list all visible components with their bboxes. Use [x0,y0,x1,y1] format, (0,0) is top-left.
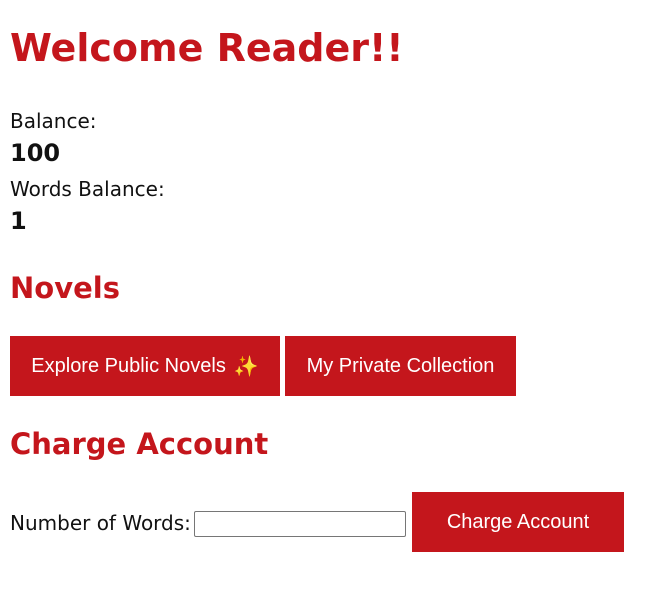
novels-section-title: Novels [10,271,120,305]
balance-label: Balance: [10,109,97,133]
number-of-words-input[interactable] [194,511,406,537]
balance-value: 100 [10,139,61,167]
number-of-words-label: Number of Words: [10,511,191,535]
explore-public-novels-button[interactable]: Explore Public Novels ✨ [10,336,280,396]
explore-public-novels-label: Explore Public Novels [31,354,226,377]
words-balance-value: 1 [10,207,27,235]
my-private-collection-button[interactable]: My Private Collection [285,336,516,396]
sparkles-icon: ✨ [233,355,259,378]
charge-account-button[interactable]: Charge Account [412,492,624,552]
page-title: Welcome Reader!! [10,26,404,70]
charge-account-section-title: Charge Account [10,427,269,461]
words-balance-label: Words Balance: [10,177,165,201]
